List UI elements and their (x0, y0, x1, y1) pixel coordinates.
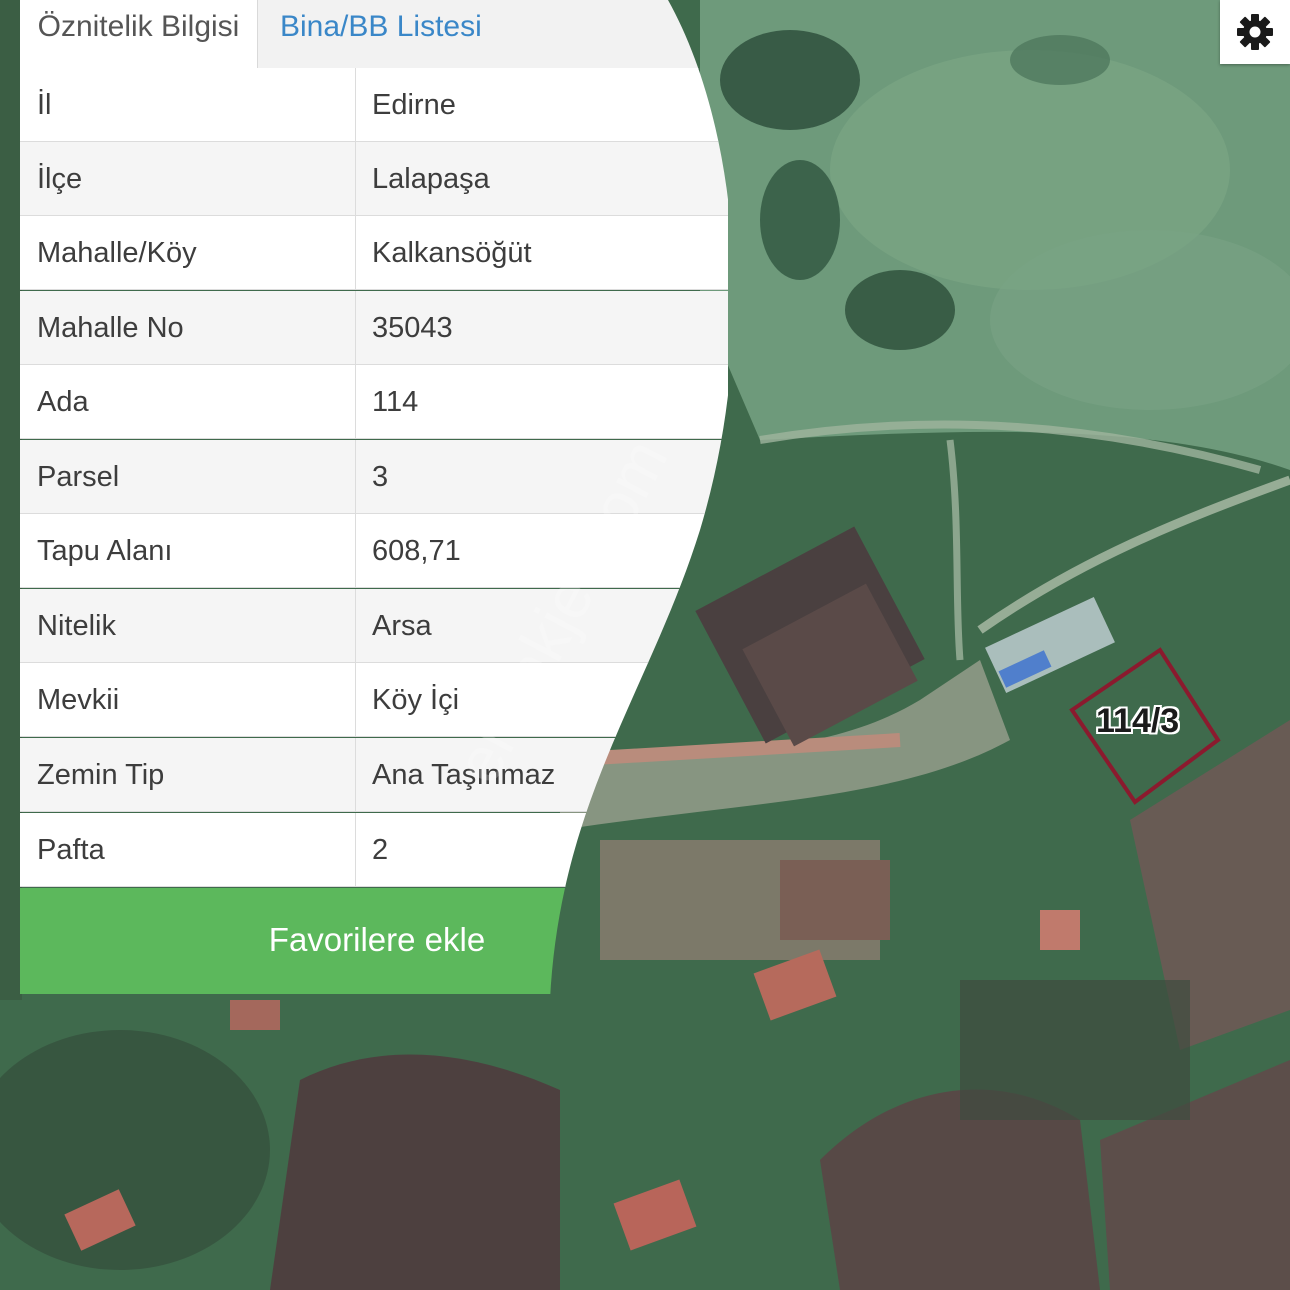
row-label: Tapu Alanı (37, 535, 173, 567)
row-value: 114 (372, 386, 419, 418)
row-label: Nitelik (37, 610, 116, 642)
column-divider (355, 216, 356, 290)
row-value: 2 (372, 834, 389, 866)
row-label: Pafta (37, 834, 105, 866)
row-label: Mahalle/Köy (37, 237, 197, 269)
row-value: Arsa (372, 610, 432, 642)
column-divider (355, 663, 356, 737)
row-value: Edirne (372, 89, 456, 121)
column-divider (355, 738, 356, 812)
table-row: Mahalle/Köy Kalkansöğüt (20, 216, 728, 290)
column-divider (355, 365, 356, 439)
row-value: 608,71 (372, 535, 461, 567)
gear-icon (1237, 14, 1273, 50)
row-value: 35043 (372, 312, 453, 344)
row-label: Parsel (37, 461, 120, 493)
tab-building-list[interactable]: Bina/BB Listesi (278, 0, 482, 68)
row-label: Mevkii (37, 684, 120, 716)
row-label: İlçe (37, 163, 83, 195)
table-row: İl Edirne (20, 68, 728, 142)
row-label: Ada (37, 386, 89, 418)
settings-button[interactable] (1220, 0, 1290, 64)
tab-attribute-info[interactable]: Öznitelik Bilgisi (20, 0, 258, 69)
column-divider (355, 142, 356, 216)
row-value: 3 (372, 461, 389, 493)
table-row: Nitelik Arsa (20, 589, 728, 663)
table-row: Mahalle No 35043 (20, 291, 728, 365)
parcel-label: 114/3 (1096, 702, 1180, 740)
column-divider (355, 589, 356, 663)
row-label: Zemin Tip (37, 759, 165, 791)
table-row: Ada 114 (20, 365, 728, 439)
table-row: İlçe Lalapaşa (20, 142, 728, 216)
row-label: Mahalle No (37, 312, 184, 344)
column-divider (355, 440, 356, 514)
row-value: Kalkansöğüt (372, 237, 532, 269)
tab-bar: Öznitelik Bilgisi Bina/BB Listesi (20, 0, 740, 69)
column-divider (355, 68, 356, 142)
add-to-favorites-label: Favorilere ekle (268, 921, 486, 958)
column-divider (355, 813, 356, 887)
column-divider (355, 514, 356, 588)
column-divider (355, 291, 356, 365)
row-value: Köy İçi (372, 684, 460, 716)
row-value: Lalapaşa (372, 163, 490, 195)
row-label: İl (37, 89, 52, 121)
